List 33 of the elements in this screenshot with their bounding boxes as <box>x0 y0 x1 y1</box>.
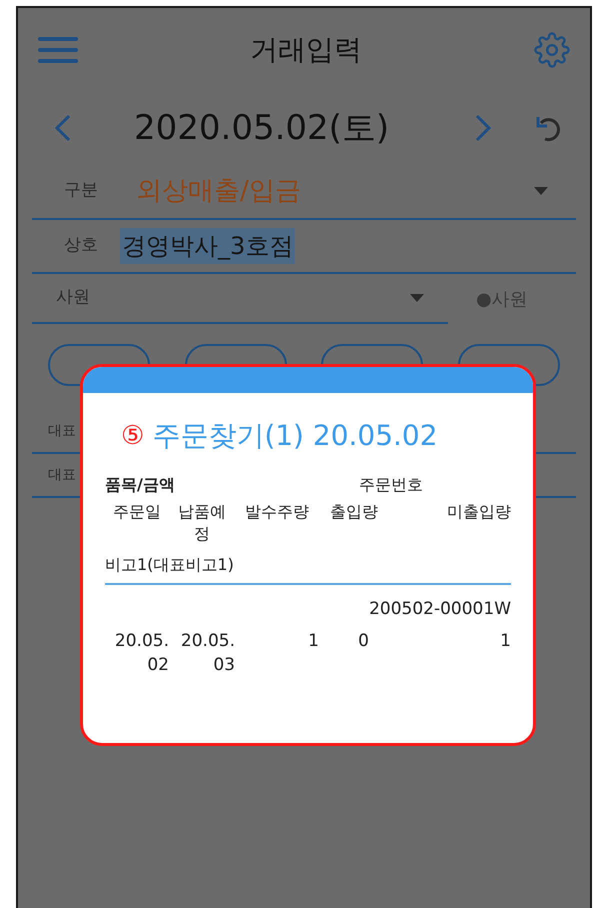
row-label: 대표 <box>47 422 76 440</box>
step-number: ⑤ <box>121 420 144 452</box>
employee-select[interactable]: 사원 <box>32 274 448 324</box>
table-cell-text: 1 <box>500 630 511 652</box>
dropdown-caret-icon <box>534 187 548 195</box>
settings-icon[interactable] <box>534 32 570 68</box>
dialog-title: 주문찾기(1) 20.05.02 <box>152 418 438 454</box>
column-header: 납품예정 <box>177 501 227 545</box>
column-header: 발수주량 <box>244 501 310 523</box>
store-name-value: 경영박사_3호점 <box>120 228 296 264</box>
dropdown-caret-icon <box>410 294 424 302</box>
type-select[interactable]: 구분 외상매출/입금 <box>32 164 576 220</box>
table-cell-text: 1 <box>308 630 319 652</box>
table-cell-text: 20.05.03 <box>180 630 235 676</box>
select-value: 외상매출/입금 <box>136 174 301 208</box>
column-header: 품목/금액 <box>105 474 175 496</box>
undo-icon[interactable] <box>536 114 562 142</box>
column-header: 미출입량 <box>446 501 511 523</box>
column-header: 비고1(대표비고1) <box>105 554 234 576</box>
field-label: 사원 <box>55 286 90 310</box>
table-cell-text: 20.05.02 <box>114 630 169 676</box>
app-title: 거래입력 <box>249 32 363 68</box>
order-number: 200502-00001W <box>369 598 511 621</box>
field-label: 구분 <box>63 179 99 202</box>
menu-icon[interactable] <box>38 36 78 64</box>
column-header: 주문일 <box>112 501 162 523</box>
store-name-field[interactable]: 상호 경영박사_3호점 <box>32 220 576 274</box>
row-label: 대표 <box>47 466 76 484</box>
column-header: 출입량 <box>329 501 379 523</box>
date-text: 2020.05.02(토) <box>134 106 390 150</box>
table-cell-text: 0 <box>358 630 369 652</box>
field-label: 상호 <box>63 234 99 258</box>
column-header: 주문번호 <box>358 474 423 496</box>
